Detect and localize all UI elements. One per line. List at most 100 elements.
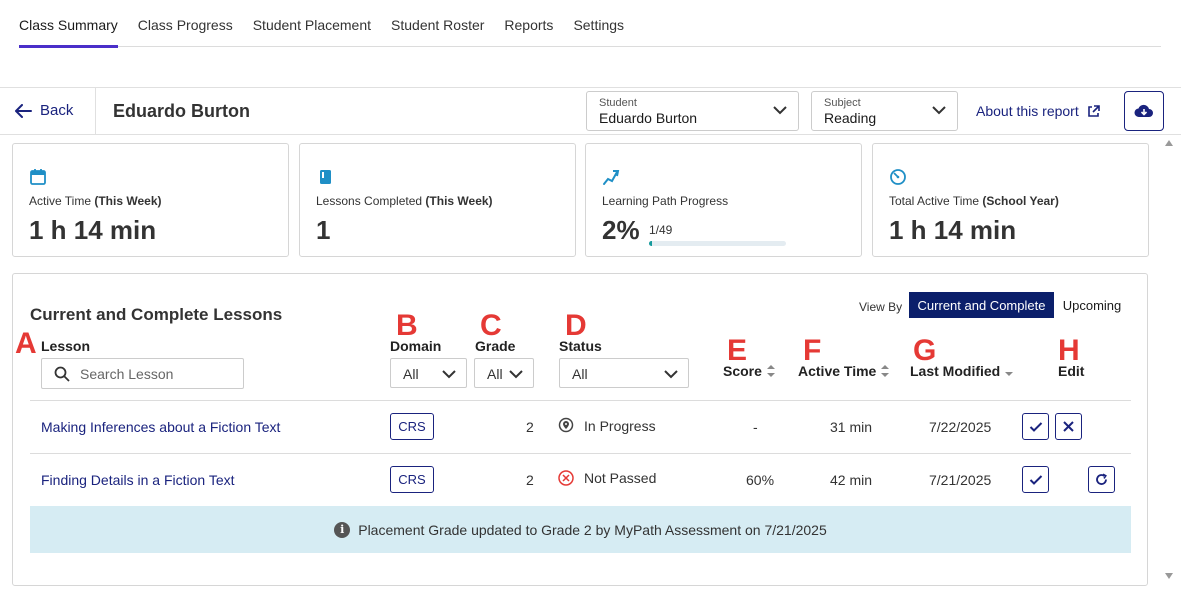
search-icon [54, 366, 70, 382]
card-title: Active Time (This Week) [29, 194, 162, 208]
reset-button[interactable] [1088, 466, 1115, 493]
score-cell: - [753, 419, 758, 435]
tab-class-progress[interactable]: Class Progress [138, 0, 233, 47]
marker-a: A [15, 327, 37, 360]
back-label: Back [40, 102, 74, 119]
domain-badge[interactable]: CRS [390, 466, 434, 493]
tab-student-placement[interactable]: Student Placement [253, 0, 371, 47]
chevron-down-icon [442, 370, 456, 379]
download-button[interactable] [1124, 91, 1164, 131]
view-current-complete-button[interactable]: Current and Complete [909, 292, 1054, 318]
column-header-active-time[interactable]: Active Time [798, 363, 890, 379]
external-link-icon [1087, 104, 1100, 117]
info-icon: i [334, 521, 351, 538]
domain-filter[interactable]: All [390, 358, 467, 388]
subject-select[interactable]: Subject Reading [811, 91, 958, 131]
student-header: Back Eduardo Burton Student Eduardo Burt… [0, 87, 1181, 135]
tab-class-summary[interactable]: Class Summary [19, 0, 118, 48]
column-header-status: Status [559, 338, 602, 354]
progress-fraction: 1/49 [649, 223, 673, 237]
remove-button[interactable] [1055, 413, 1082, 440]
lessons-completed-card: Lessons Completed (This Week) 1 [299, 143, 576, 257]
scroll-up-arrow[interactable] [1165, 140, 1173, 146]
chevron-down-icon [509, 370, 523, 379]
card-value: 2% [602, 215, 640, 245]
subject-select-value: Reading [824, 110, 877, 126]
placement-notice: i Placement Grade updated to Grade 2 by … [30, 506, 1131, 553]
marker-b: B [396, 309, 418, 342]
lessons-panel: Current and Complete Lessons View By Cur… [12, 273, 1148, 586]
chevron-down-icon [664, 370, 678, 379]
marker-c: C [480, 309, 502, 342]
chevron-down-icon [773, 106, 787, 115]
view-by-label: View By [859, 300, 903, 314]
lesson-link[interactable]: Finding Details in a Fiction Text [41, 472, 235, 488]
marker-e: E [727, 334, 748, 367]
status-label: Not Passed [584, 470, 657, 486]
search-lesson-field[interactable] [41, 358, 244, 389]
search-lesson-input[interactable] [80, 365, 230, 382]
table-row: Finding Details in a Fiction Text CRS 2 … [30, 453, 1131, 506]
learning-path-card: Learning Path Progress 2% 1/49 [585, 143, 862, 257]
sort-descending-icon [1005, 372, 1014, 376]
column-header-grade: Grade [475, 338, 516, 354]
domain-badge[interactable]: CRS [390, 413, 434, 440]
total-active-time-card: Total Active Time (School Year) 1 h 14 m… [872, 143, 1149, 257]
progress-bar [649, 241, 786, 246]
table-row: Making Inferences about a Fiction Text C… [30, 400, 1131, 453]
scroll-down-arrow[interactable] [1165, 573, 1173, 579]
status-filter-value: All [572, 366, 588, 382]
progress-fill [649, 241, 652, 246]
tab-reports[interactable]: Reports [504, 0, 553, 47]
status-filter[interactable]: All [559, 358, 689, 388]
view-upcoming-button[interactable]: Upcoming [1056, 292, 1128, 318]
cloud-download-icon [1134, 104, 1153, 118]
arrow-left-icon [15, 103, 32, 118]
grade-filter-value: All [487, 366, 503, 382]
x-circle-icon [558, 470, 574, 486]
back-button[interactable]: Back [14, 102, 73, 119]
grade-filter[interactable]: All [474, 358, 534, 388]
grade-cell: 2 [526, 472, 534, 488]
book-icon [320, 170, 331, 184]
close-icon [1063, 421, 1074, 432]
column-header-score[interactable]: Score [723, 363, 776, 379]
student-select-label: Student [599, 97, 637, 109]
sort-icon [766, 365, 775, 377]
card-title: Learning Path Progress [602, 194, 729, 208]
last-modified-cell: 7/22/2025 [929, 419, 992, 435]
tab-settings[interactable]: Settings [573, 0, 624, 47]
status-cell: Not Passed [558, 470, 656, 486]
about-report-label: About this report [976, 103, 1079, 119]
card-value: 1 h 14 min [29, 215, 157, 245]
column-header-domain: Domain [390, 338, 442, 354]
marker-h: H [1058, 334, 1080, 367]
lesson-link[interactable]: Making Inferences about a Fiction Text [41, 419, 280, 435]
confirm-button[interactable] [1022, 466, 1049, 493]
location-pin-icon [558, 417, 574, 433]
page-title: Eduardo Burton [113, 101, 250, 121]
student-select-value: Eduardo Burton [599, 110, 698, 126]
path-icon [603, 170, 620, 185]
student-select[interactable]: Student Eduardo Burton [586, 91, 799, 131]
column-header-last-modified-label: Last Modified [910, 363, 1001, 379]
subject-select-label: Subject [824, 97, 861, 109]
check-icon [1029, 421, 1042, 432]
active-time-cell: 42 min [830, 472, 873, 488]
refresh-icon [1096, 473, 1107, 485]
check-icon [1029, 474, 1042, 485]
confirm-button[interactable] [1022, 413, 1049, 440]
active-time-card: Active Time (This Week) 1 h 14 min [12, 143, 289, 257]
calendar-icon [30, 169, 46, 185]
column-header-last-modified[interactable]: Last Modified [910, 363, 1014, 379]
tab-student-roster[interactable]: Student Roster [391, 0, 484, 47]
last-modified-cell: 7/21/2025 [929, 472, 992, 488]
panel-title: Current and Complete Lessons [30, 305, 283, 324]
about-report-link[interactable]: About this report [976, 103, 1100, 119]
status-label: In Progress [584, 418, 656, 434]
active-time-cell: 31 min [830, 419, 873, 435]
marker-d: D [565, 309, 587, 342]
marker-g: G [913, 334, 937, 367]
card-value: 1 [316, 215, 331, 245]
column-header-score-label: Score [723, 363, 762, 379]
